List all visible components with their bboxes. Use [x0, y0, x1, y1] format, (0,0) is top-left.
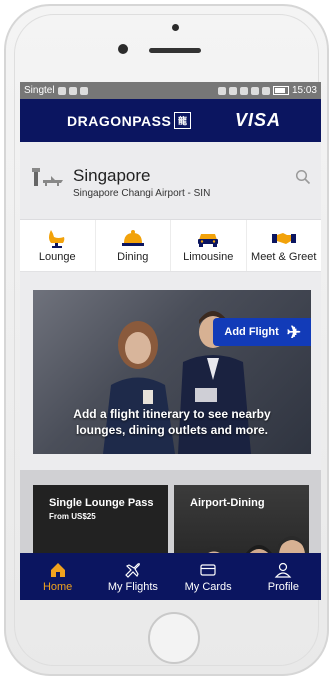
card-icon [200, 563, 216, 576]
nav-my-flights[interactable]: My Flights [95, 553, 170, 600]
category-dining[interactable]: Dining [96, 220, 171, 271]
banner-section: Add Flight ✈ Add a flight itinerary to s… [20, 272, 321, 470]
notification-icon [57, 86, 66, 95]
earpiece-speaker [149, 48, 201, 53]
category-bar: Lounge Dining Limousine Meet & Greet [20, 220, 321, 272]
clock-time: 15:03 [291, 85, 317, 96]
nav-home[interactable]: Home [20, 553, 95, 600]
promo-price: From US$25 [49, 512, 96, 521]
cloche-icon [121, 230, 144, 246]
promo-title: Single Lounge Pass [49, 497, 154, 509]
dragon-logo-icon: 龍 [174, 112, 192, 129]
handshake-icon [271, 233, 296, 244]
app-screen: Singtel 15:03 DRAGONPASS 龍 VISA Singapor… [20, 82, 321, 600]
category-label: Dining [117, 251, 149, 263]
category-lounge[interactable]: Lounge [20, 220, 96, 271]
proximity-sensor [172, 24, 179, 31]
add-flight-banner[interactable]: Add Flight ✈ Add a flight itinerary to s… [33, 290, 311, 454]
alarm-icon [239, 86, 248, 95]
status-bar: Singtel 15:03 [20, 82, 321, 99]
banner-message: Add a flight itinerary to see nearby lou… [73, 407, 271, 437]
brand-name: DRAGONPASS [67, 112, 172, 129]
nav-label: My Flights [107, 580, 158, 593]
nav-label: Profile [267, 580, 299, 593]
brand-logo: DRAGONPASS 龍 [67, 112, 192, 129]
promo-title: Airport-Dining [190, 497, 265, 509]
vibrate-icon [228, 86, 237, 95]
nav-label: Home [42, 580, 73, 593]
plane-icon [125, 562, 140, 578]
add-flight-button[interactable]: Add Flight ✈ [213, 318, 311, 346]
lounge-chair-icon [49, 230, 65, 248]
notification-icon [68, 86, 77, 95]
airport-name: Singapore Changi Airport - SIN [73, 188, 211, 199]
bottom-navigation: Home My Flights My Cards Profile [20, 553, 321, 600]
home-hardware-button[interactable] [148, 612, 200, 664]
category-meet-greet[interactable]: Meet & Greet [247, 220, 322, 271]
partner-logo: VISA [234, 110, 281, 130]
wifi-icon [250, 86, 259, 95]
nav-my-cards[interactable]: My Cards [171, 553, 246, 600]
home-icon [50, 562, 65, 577]
car-icon [198, 234, 219, 247]
category-limousine[interactable]: Limousine [171, 220, 247, 271]
front-camera [118, 44, 128, 54]
category-label: Lounge [38, 251, 76, 263]
carrier-label: Singtel [24, 85, 55, 96]
battery-icon [272, 86, 289, 95]
app-header: DRAGONPASS 龍 VISA [20, 99, 321, 142]
add-flight-label: Add Flight [224, 326, 279, 338]
plane-icon: ✈ [286, 322, 301, 342]
nfc-icon [217, 86, 226, 95]
category-label: Meet & Greet [251, 251, 317, 263]
airport-tower-icon [32, 168, 63, 186]
category-label: Limousine [183, 251, 234, 263]
notification-icon [79, 86, 88, 95]
nav-label: My Cards [184, 580, 232, 593]
nav-profile[interactable]: Profile [246, 553, 321, 600]
signal-icon [261, 86, 270, 95]
location-bar[interactable]: Singapore Singapore Changi Airport - SIN [20, 142, 321, 220]
search-icon[interactable] [295, 169, 311, 185]
city-name: Singapore [73, 166, 151, 185]
person-icon [275, 562, 292, 578]
